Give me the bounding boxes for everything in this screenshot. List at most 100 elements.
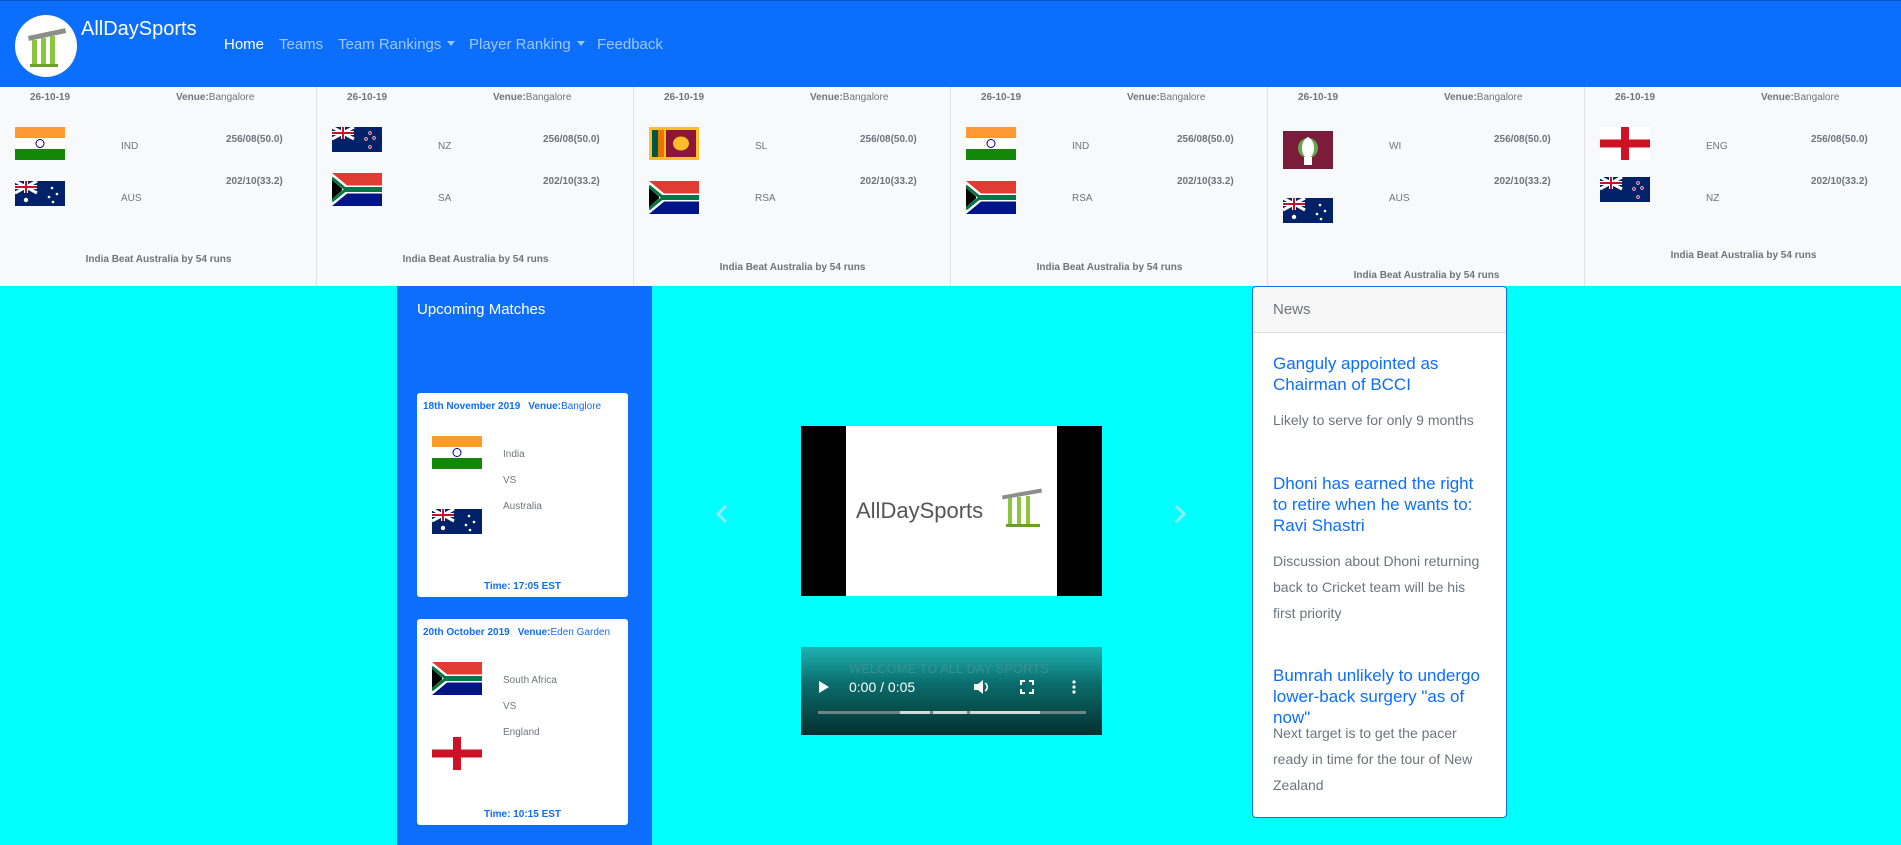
play-icon[interactable]: [818, 680, 830, 694]
nav-player-ranking-label: Player Ranking: [469, 36, 571, 53]
team-code: NZ: [438, 141, 452, 152]
match-result: India Beat Australia by 54 runs: [719, 262, 866, 273]
match-date: 26-10-19: [347, 92, 388, 103]
news-header: News: [1253, 287, 1506, 333]
news-summary: Next target is to get the pacer ready in…: [1273, 725, 1473, 793]
australia-flag-icon: [432, 509, 482, 534]
team-score: 256/08(50.0): [860, 134, 917, 145]
match-time: Time: 17:05 EST: [483, 581, 562, 592]
news-headline-link[interactable]: Dhoni has earned the right to retire whe…: [1273, 473, 1488, 536]
match-venue: Venue:Bangalore: [176, 92, 255, 103]
match-date: 26-10-19: [1615, 92, 1656, 103]
match-date: 26-10-19: [664, 92, 705, 103]
score-card[interactable]: 26-10-19 Venue:Bangalore IND 256/08(50.0…: [951, 87, 1268, 286]
slide-image: AllDaySports: [846, 426, 1057, 596]
australia-flag-icon: [1283, 198, 1333, 223]
match-venue: Venue:Bangalore: [1761, 92, 1840, 103]
upcoming-matches-panel: Upcoming Matches 18th November 2019 Venue…: [397, 286, 652, 845]
caret-down-icon: [576, 41, 585, 46]
nav-team-rankings[interactable]: Team Rankings: [338, 36, 456, 53]
vs-label: VS: [503, 701, 517, 712]
australia-flag-icon: [15, 181, 65, 206]
team-code: RSA: [1072, 193, 1093, 204]
match-date: 26-10-19: [30, 92, 71, 103]
team-name: India: [503, 449, 525, 460]
score-card[interactable]: 26-10-19 Venue:Bangalore IND 256/08(50.0…: [0, 87, 317, 286]
carousel-slide[interactable]: AllDaySports: [801, 426, 1102, 596]
navbar: AllDaySports Home Teams Team Rankings Pl…: [0, 0, 1901, 87]
news-headline-link[interactable]: Ganguly appointed as Chairman of BCCI: [1273, 353, 1488, 395]
news-headline-link[interactable]: Bumrah unlikely to undergo lower-back su…: [1273, 665, 1488, 728]
caret-down-icon: [447, 41, 456, 46]
team-score: 202/10(33.2): [1811, 176, 1868, 187]
volume-icon[interactable]: [973, 679, 991, 695]
news-title: News: [1273, 301, 1311, 318]
team-code: IND: [1072, 141, 1090, 152]
more-options-icon[interactable]: [1071, 679, 1077, 695]
carousel-prev-button[interactable]: [710, 500, 734, 528]
sri-lanka-flag-icon: [649, 127, 699, 160]
england-flag-icon: [432, 737, 482, 770]
team-code: WI: [1389, 141, 1402, 152]
upcoming-match-card[interactable]: 20th October 2019 Venue:Eden Garden South…: [417, 619, 628, 825]
team-code: IND: [121, 141, 139, 152]
fullscreen-icon[interactable]: [1020, 680, 1034, 694]
carousel-next-button[interactable]: [1168, 500, 1192, 528]
brand-name[interactable]: AllDaySports: [81, 18, 197, 41]
south-africa-flag-icon: [332, 173, 382, 206]
score-card[interactable]: 26-10-19 Venue:Bangalore NZ 256/08(50.0)…: [317, 87, 634, 286]
england-flag-icon: [1600, 127, 1650, 160]
south-africa-flag-icon: [966, 181, 1016, 214]
score-card[interactable]: 26-10-19 Venue:Bangalore ENG 256/08(50.0…: [1585, 87, 1901, 286]
news-summary: Discussion about Dhoni returning back to…: [1273, 553, 1480, 621]
india-flag-icon: [966, 127, 1016, 160]
team-score: 256/08(50.0): [1494, 134, 1551, 145]
team-score: 202/10(33.2): [543, 176, 600, 187]
nav-teams[interactable]: Teams: [279, 36, 323, 53]
india-flag-icon: [432, 436, 482, 469]
match-result: India Beat Australia by 54 runs: [1670, 250, 1817, 261]
video-player[interactable]: WELCOME TO ALL DAY SPORTS 0:00 / 0:05: [801, 647, 1102, 735]
new-zealand-flag-icon: [332, 127, 382, 152]
match-date: 26-10-19: [1298, 92, 1339, 103]
nav-player-ranking[interactable]: Player Ranking: [469, 36, 585, 53]
team-code: ENG: [1706, 141, 1728, 152]
team-score: 256/08(50.0): [1177, 134, 1234, 145]
score-card[interactable]: 26-10-19 Venue:Bangalore SL 256/08(50.0)…: [634, 87, 951, 286]
team-name: Australia: [503, 501, 542, 512]
team-score: 202/10(33.2): [1177, 176, 1234, 187]
team-score: 202/10(33.2): [1494, 176, 1551, 187]
nav-feedback[interactable]: Feedback: [597, 36, 663, 53]
match-venue: Venue:Bangalore: [493, 92, 572, 103]
team-code: SL: [755, 141, 768, 152]
match-venue: Venue:Bangalore: [1127, 92, 1206, 103]
match-result: India Beat Australia by 54 runs: [1036, 262, 1183, 273]
team-name: England: [503, 727, 540, 738]
team-code: RSA: [755, 193, 776, 204]
match-venue: Venue:Bangalore: [1444, 92, 1523, 103]
upcoming-title: Upcoming Matches: [417, 301, 546, 318]
video-progress-bar[interactable]: [818, 711, 1086, 714]
upcoming-match-header: 20th October 2019 Venue:Eden Garden: [423, 627, 611, 638]
slide-logo-text: AllDaySports: [856, 498, 984, 523]
team-code: AUS: [121, 193, 142, 204]
match-result: India Beat Australia by 54 runs: [85, 254, 232, 265]
upcoming-match-card[interactable]: 18th November 2019 Venue:Banglore India V…: [417, 393, 628, 597]
team-code: SA: [438, 193, 452, 204]
chevron-right-icon: [1174, 504, 1187, 524]
chevron-left-icon: [715, 504, 728, 524]
score-card[interactable]: 26-10-19 Venue:Bangalore WI 256/08(50.0)…: [1268, 87, 1585, 286]
video-caption: WELCOME TO ALL DAY SPORTS: [849, 661, 1049, 676]
west-indies-flag-icon: [1283, 131, 1333, 169]
brand-logo[interactable]: [15, 15, 77, 77]
south-africa-flag-icon: [649, 181, 699, 214]
new-zealand-flag-icon: [1600, 177, 1650, 202]
team-score: 202/10(33.2): [226, 176, 283, 187]
team-score: 256/08(50.0): [1811, 134, 1868, 145]
match-result: India Beat Australia by 54 runs: [1353, 270, 1500, 281]
live-scores-strip: 26-10-19 Venue:Bangalore IND 256/08(50.0…: [0, 87, 1901, 286]
team-score: 256/08(50.0): [543, 134, 600, 145]
nav-team-rankings-label: Team Rankings: [338, 36, 442, 53]
nav-home[interactable]: Home: [224, 36, 264, 53]
match-venue: Venue:Bangalore: [810, 92, 889, 103]
